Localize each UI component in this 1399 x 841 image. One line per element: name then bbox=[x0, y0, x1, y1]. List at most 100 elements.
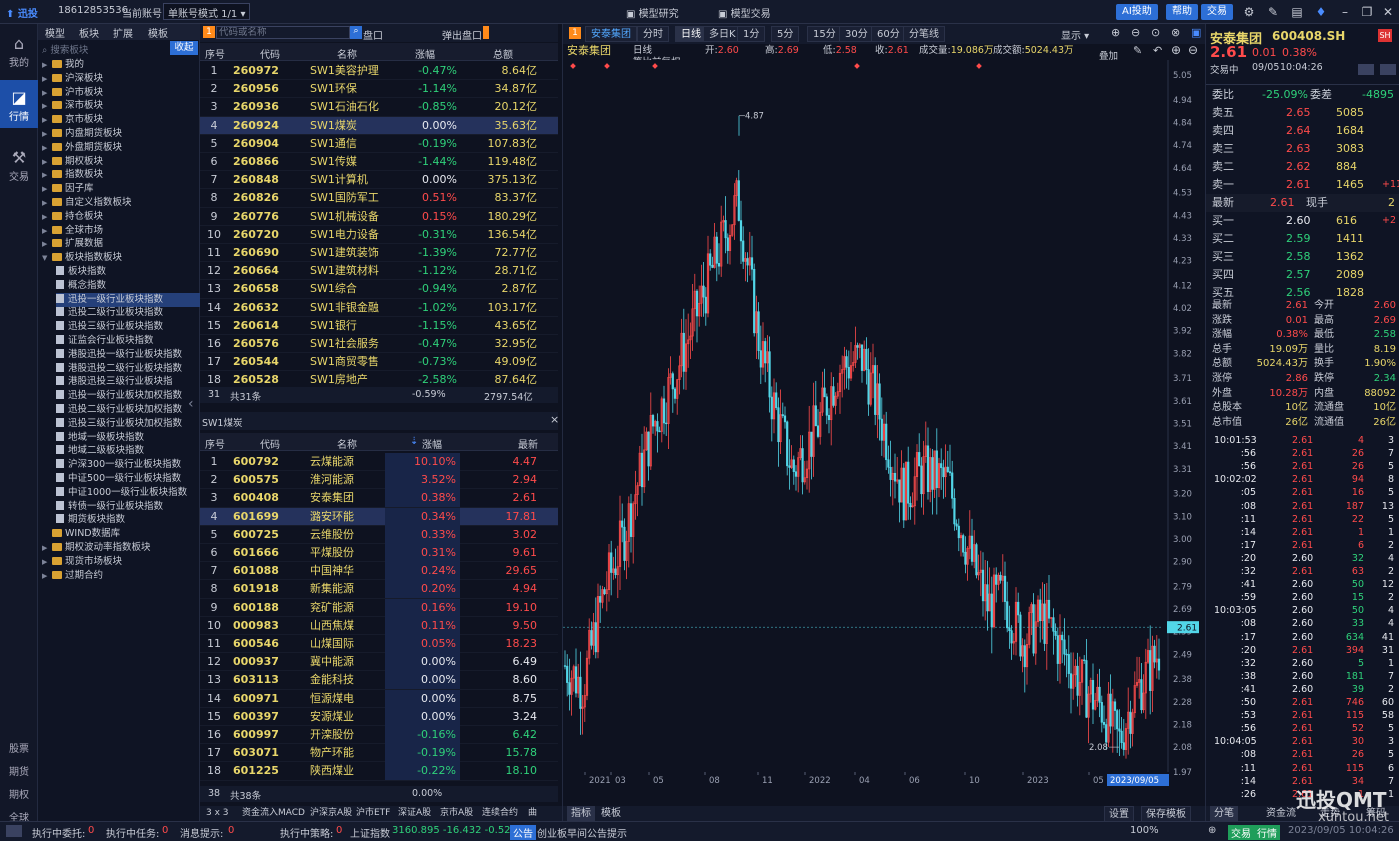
tree-item[interactable]: ▶ 持仓板块 bbox=[42, 210, 200, 224]
nav-options[interactable]: 期权 bbox=[0, 786, 38, 801]
pan-label[interactable]: 盘口 bbox=[363, 27, 383, 42]
zoom-out-icon[interactable]: ⊖ bbox=[1188, 43, 1198, 57]
code-search-input[interactable]: 代码或名称 bbox=[216, 26, 350, 39]
account-mode-select[interactable]: 单账号模式 1/1 ▾ bbox=[163, 3, 251, 20]
col-pct[interactable]: 涨幅 bbox=[415, 46, 435, 61]
table-row[interactable]: 10 000983 山西焦煤 0.11% 9.50 bbox=[200, 616, 558, 635]
table-row[interactable]: 3 260936 SW1石油石化 -0.85% 20.12亿 bbox=[200, 98, 558, 117]
caret-right-icon[interactable]: ▶ bbox=[42, 113, 52, 127]
tab-extend[interactable]: 扩展 bbox=[113, 25, 133, 40]
list-tab[interactable]: 3 x 3 bbox=[202, 805, 233, 821]
tree-search-input[interactable]: ⌕ 搜索板块 bbox=[38, 41, 168, 56]
chart-tab[interactable]: 分时 bbox=[637, 26, 669, 42]
tree-item[interactable]: ▶ 深市板块 bbox=[42, 99, 200, 113]
tree-item[interactable]: 沪深300一级行业板块指数 bbox=[56, 458, 200, 472]
caret-right-icon[interactable]: ▶ bbox=[42, 155, 52, 169]
caret-right-icon[interactable]: ▶ bbox=[42, 86, 52, 100]
search-icon[interactable]: ⌕ bbox=[350, 26, 362, 39]
caret-right-icon[interactable]: ▶ bbox=[42, 168, 52, 182]
nav-futures[interactable]: 期货 bbox=[0, 763, 38, 778]
caret-right-icon[interactable]: ▶ bbox=[42, 237, 52, 251]
popout-pan-button[interactable]: 弹出盘口 bbox=[442, 27, 482, 42]
tree-item[interactable]: 中证1000一级行业板块指数 bbox=[56, 486, 200, 500]
table-row[interactable]: 12 000937 冀中能源 0.00% 6.49 bbox=[200, 653, 558, 672]
chart-tab[interactable]: 60分 bbox=[871, 26, 906, 42]
table-row[interactable]: 18 601225 陕西煤业 -0.22% 18.10 bbox=[200, 762, 558, 781]
table-row[interactable]: 8 260826 SW1国防军工 0.51% 83.37亿 bbox=[200, 189, 558, 208]
close-icon[interactable]: ✕ bbox=[1380, 4, 1396, 20]
chart-tab[interactable]: 30分 bbox=[839, 26, 874, 42]
settings-button[interactable]: 设置 bbox=[1104, 806, 1134, 822]
minimize-icon[interactable]: – bbox=[1337, 4, 1353, 20]
table-row[interactable]: 6 601666 平煤股份 0.31% 9.61 bbox=[200, 544, 558, 563]
table-row[interactable]: 14 600971 恒源煤电 0.00% 8.75 bbox=[200, 689, 558, 708]
monitor-icon[interactable] bbox=[6, 825, 22, 837]
template-tab[interactable]: 模板 bbox=[597, 806, 625, 822]
tree-item[interactable]: ▶ 扩展数据 bbox=[42, 237, 200, 251]
tab-sector[interactable]: 板块 bbox=[79, 25, 99, 40]
table-row[interactable]: 15 260614 SW1银行 -1.15% 43.65亿 bbox=[200, 317, 558, 335]
table-row[interactable]: 7 601088 中国神华 0.24% 29.65 bbox=[200, 562, 558, 581]
tree-item[interactable]: ▶ 外盘期货板块 bbox=[42, 141, 200, 155]
group-1-badge[interactable]: 1 bbox=[203, 26, 215, 38]
caret-right-icon[interactable]: ▶ bbox=[42, 99, 52, 113]
kline-canvas[interactable]: 5.05 4.94 4.84 4.74 4.64 4.53 4.43 4.33 4.23 4.12… bbox=[563, 60, 1205, 802]
table-row[interactable]: 4 601699 潞安环能 0.34% 17.81 bbox=[200, 507, 558, 526]
collapse-arrow-icon[interactable]: ‹ bbox=[188, 396, 194, 412]
tree-item[interactable]: 港股迅投二级行业板块指数 bbox=[56, 362, 200, 376]
chart-tab[interactable]: 15分 bbox=[807, 26, 842, 42]
chart-tab[interactable]: 多日K bbox=[703, 26, 742, 42]
table-row[interactable]: 14 260632 SW1非银金融 -1.02% 103.17亿 bbox=[200, 299, 558, 317]
menu-model-research[interactable]: ▣ 模型研究 bbox=[626, 5, 679, 20]
zoom-in-icon[interactable]: ⊕ bbox=[1171, 43, 1181, 57]
group-1-badge[interactable]: 1 bbox=[569, 27, 581, 39]
list-tab[interactable]: 连续合约 bbox=[478, 805, 522, 821]
table-row[interactable]: 7 260848 SW1计算机 0.00% 375.13亿 bbox=[200, 171, 558, 190]
tree-item[interactable]: ▶ 因子库 bbox=[42, 182, 200, 196]
chart-tab[interactable]: 1分 bbox=[737, 26, 766, 42]
list-tab[interactable]: 沪深京A股 bbox=[306, 805, 356, 821]
table-row[interactable]: 9 600188 兖矿能源 0.16% 19.10 bbox=[200, 598, 558, 617]
tree-item[interactable]: ▼ 板块指数板块 bbox=[42, 251, 200, 265]
trade-button[interactable]: 交易 bbox=[1201, 4, 1233, 20]
help-button[interactable]: 帮助 bbox=[1166, 4, 1198, 20]
nav-quote[interactable]: ◪ 行情 bbox=[0, 80, 38, 128]
table-row[interactable]: 12 260664 SW1建筑材料 -1.12% 28.71亿 bbox=[200, 262, 558, 281]
tree-item[interactable]: ▶ 全球市场 bbox=[42, 224, 200, 238]
caret-down-icon[interactable]: ▼ bbox=[42, 251, 52, 265]
col-code[interactable]: 代码 bbox=[260, 46, 280, 61]
layout-icon[interactable]: ▤ bbox=[1289, 4, 1305, 20]
tree-item[interactable]: ▶ 沪市板块 bbox=[42, 86, 200, 100]
edit-icon[interactable]: ✎ bbox=[1265, 4, 1281, 20]
tree-item[interactable]: 中证500一级行业板块指数 bbox=[56, 472, 200, 486]
chart-tool-icon[interactable]: ⊕ bbox=[1111, 26, 1120, 39]
table-row[interactable]: 16 600997 开滦股份 -0.16% 6.42 bbox=[200, 726, 558, 745]
table-row[interactable]: 17 603071 物产环能 -0.19% 15.78 bbox=[200, 744, 558, 763]
tree-item[interactable]: 迅投三级行业板块加权指数 bbox=[56, 417, 200, 431]
caret-right-icon[interactable]: ▶ bbox=[42, 141, 52, 155]
caret-right-icon[interactable]: ▶ bbox=[42, 127, 52, 141]
table-row[interactable]: 6 260866 SW1传媒 -1.44% 119.48亿 bbox=[200, 153, 558, 172]
tree-item[interactable]: 板块指数 bbox=[56, 265, 200, 279]
caret-right-icon[interactable]: ▶ bbox=[42, 72, 52, 86]
tree-item[interactable]: 证监会行业板块指数 bbox=[56, 334, 200, 348]
caret-right-icon[interactable]: ▶ bbox=[42, 569, 52, 583]
list-tab[interactable]: 资金流入MACD bbox=[238, 805, 309, 821]
tree-item[interactable]: 迅投一级行业板块指数 bbox=[56, 292, 200, 307]
tab-model[interactable]: 模型 bbox=[45, 25, 65, 40]
tree-item[interactable]: 港股迅投一级行业板块指数 bbox=[56, 348, 200, 362]
tab-template[interactable]: 模板 bbox=[148, 25, 168, 40]
nav-stock[interactable]: 股票 bbox=[0, 740, 38, 755]
table-row[interactable]: 8 601918 新集能源 0.20% 4.94 bbox=[200, 580, 558, 599]
col-seq[interactable]: 序号 bbox=[205, 46, 225, 61]
table-row[interactable]: 5 260904 SW1通信 -0.19% 107.83亿 bbox=[200, 135, 558, 153]
table-row[interactable]: 17 260544 SW1商贸零售 -0.73% 49.09亿 bbox=[200, 353, 558, 372]
indicator-tab[interactable]: 指标 bbox=[567, 806, 595, 822]
chart-tool-icon-4[interactable]: ⊗ bbox=[1171, 26, 1180, 39]
table-row[interactable]: 13 260658 SW1综合 -0.94% 2.87亿 bbox=[200, 280, 558, 299]
tree-item[interactable]: ▶ 现货市场板块 bbox=[42, 555, 200, 569]
col-amount[interactable]: 总额 bbox=[493, 46, 513, 61]
col-name[interactable]: 名称 bbox=[337, 46, 357, 61]
tree-item[interactable]: 地域二级板块指数 bbox=[56, 444, 200, 458]
tab-capital-flow[interactable]: 资金流 bbox=[1262, 806, 1300, 822]
